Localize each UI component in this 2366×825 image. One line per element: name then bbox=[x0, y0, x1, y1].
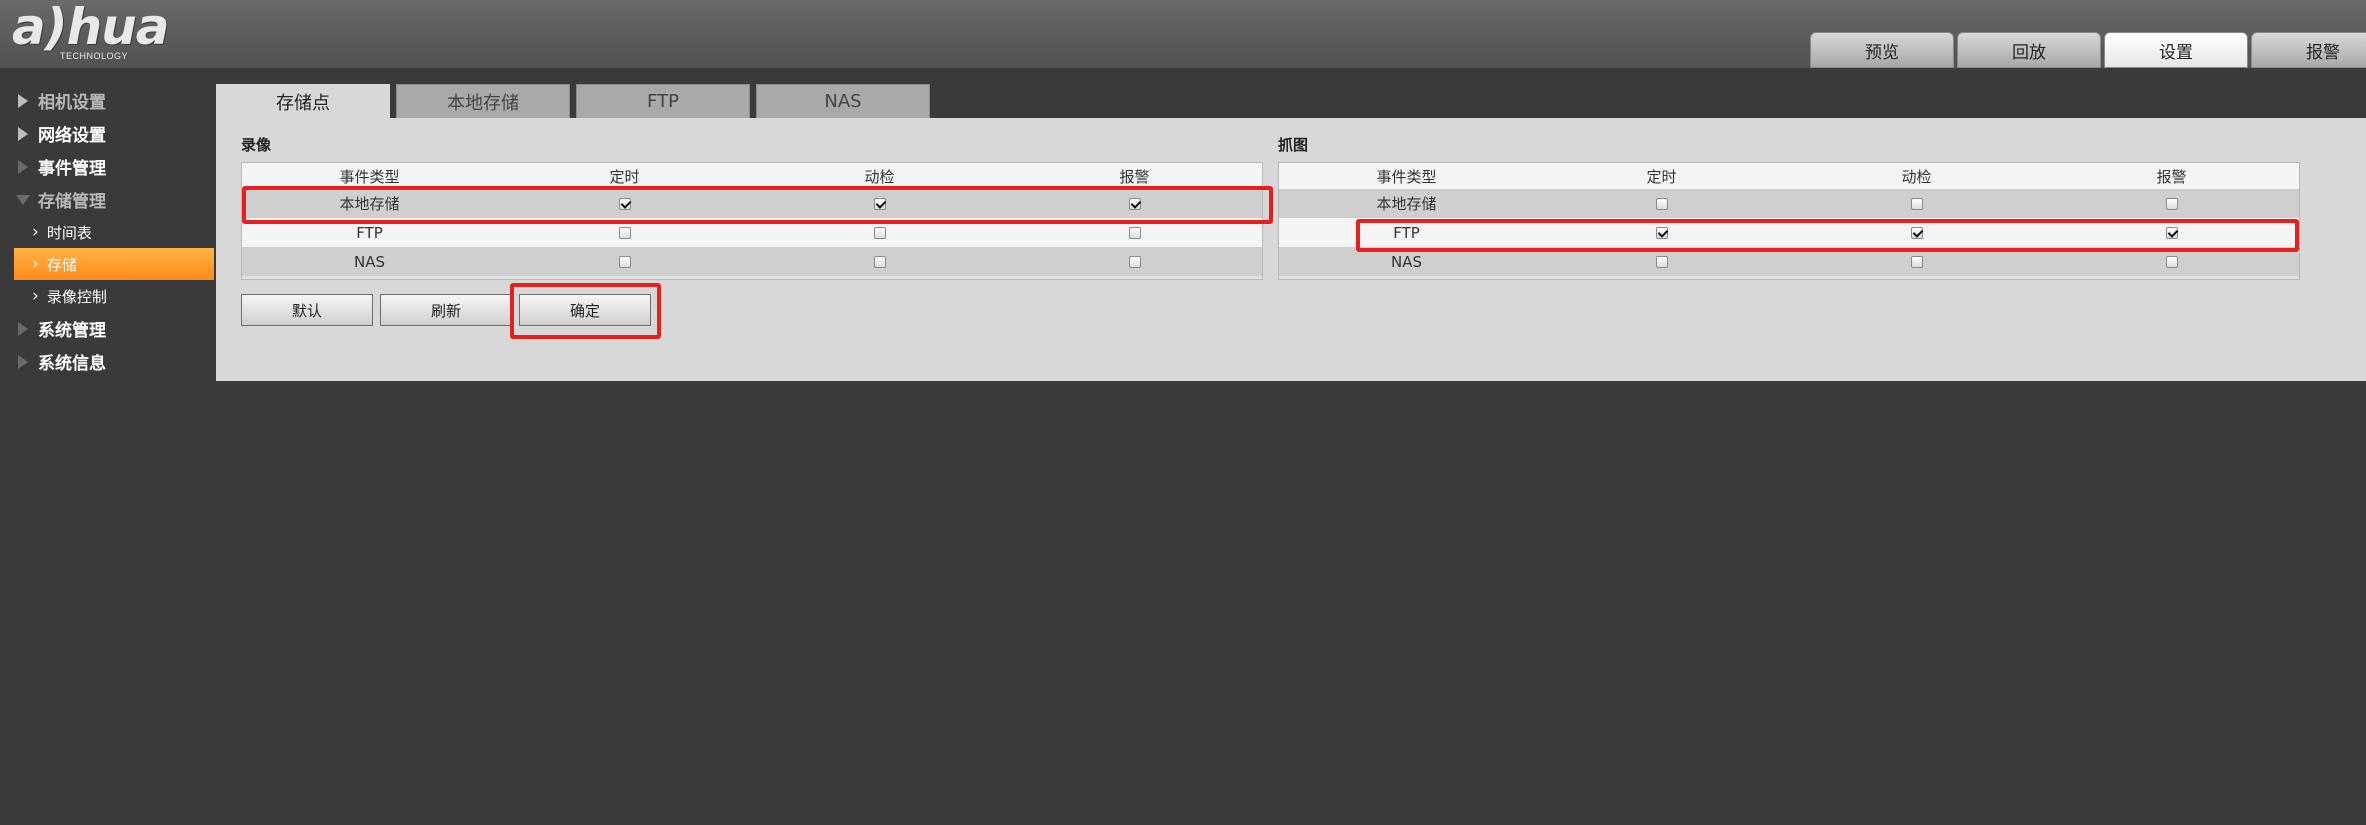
tab-nas[interactable]: NAS bbox=[756, 84, 930, 118]
sidebar-group-label: 系统信息 bbox=[38, 354, 106, 374]
snapshot-nas-motion-checkbox[interactable] bbox=[1910, 256, 1923, 268]
tab-local-storage[interactable]: 本地存储 bbox=[396, 84, 570, 118]
snapshot-ftp-timed-checkbox[interactable] bbox=[1655, 227, 1668, 239]
expand-arrow-icon bbox=[18, 159, 28, 174]
record-nas-alarm-checkbox[interactable] bbox=[1128, 256, 1141, 268]
table-row: 本地存储 bbox=[242, 189, 1262, 218]
snapshot-nas-timed-checkbox[interactable] bbox=[1655, 256, 1668, 268]
table-row: 本地存储 bbox=[1279, 189, 2299, 218]
record-ftp-timed-checkbox[interactable] bbox=[618, 227, 631, 239]
sidebar-group-label: 相机设置 bbox=[38, 93, 106, 113]
expand-arrow-icon bbox=[18, 321, 28, 336]
column-header: 报警 bbox=[2044, 163, 2299, 189]
sidebar-group-network[interactable]: 网络设置 bbox=[14, 117, 214, 150]
top-tab-settings[interactable]: 设置 bbox=[2104, 32, 2248, 68]
sidebar-group-storage[interactable]: 存储管理 bbox=[14, 183, 214, 216]
column-header: 动检 bbox=[1789, 163, 2044, 189]
top-tab-alarm[interactable]: 报警 bbox=[2251, 32, 2366, 68]
snapshot-ftp-motion-checkbox[interactable] bbox=[1910, 227, 1923, 239]
sidebar-group-label: 系统管理 bbox=[38, 321, 106, 341]
record-nas-motion-checkbox[interactable] bbox=[873, 256, 886, 268]
chevron-right-icon: › bbox=[32, 254, 39, 274]
snapshot-ftp-alarm-checkbox[interactable] bbox=[2165, 227, 2178, 239]
storage-tabs: 存储点 本地存储 FTP NAS bbox=[216, 84, 936, 118]
snapshot-nas-alarm-checkbox[interactable] bbox=[2165, 256, 2178, 268]
sidebar-item-label: 录像控制 bbox=[46, 287, 107, 306]
sidebar-item-storage[interactable]: › 存储 bbox=[14, 248, 214, 280]
row-label: 本地存储 bbox=[242, 189, 497, 218]
row-label: 本地存储 bbox=[1279, 189, 1534, 218]
column-header: 定时 bbox=[1534, 163, 1789, 189]
expand-arrow-icon bbox=[18, 126, 28, 141]
chevron-right-icon: › bbox=[32, 222, 39, 242]
sidebar-group-label: 网络设置 bbox=[38, 126, 106, 146]
column-header: 报警 bbox=[1007, 163, 1262, 189]
sidebar-group-system[interactable]: 系统管理 bbox=[14, 312, 214, 345]
column-header: 定时 bbox=[497, 163, 752, 189]
sidebar-item-label: 时间表 bbox=[46, 223, 92, 242]
row-label: NAS bbox=[1279, 247, 1534, 276]
tab-storage-point[interactable]: 存储点 bbox=[216, 84, 390, 118]
top-header: a)hua TECHNOLOGY 预览 回放 设置 报警 bbox=[0, 0, 2366, 68]
sidebar-item-schedule[interactable]: › 时间表 bbox=[14, 216, 214, 248]
logo-text: a)hua bbox=[12, 0, 170, 56]
table-row: NAS bbox=[242, 247, 1262, 276]
table-row: FTP bbox=[1279, 218, 2299, 247]
column-header: 事件类型 bbox=[242, 163, 497, 189]
sidebar-item-record-control[interactable]: › 录像控制 bbox=[14, 280, 214, 312]
record-local-motion-checkbox[interactable] bbox=[873, 198, 886, 210]
sidebar-group-label: 事件管理 bbox=[38, 159, 106, 179]
collapse-arrow-icon bbox=[16, 194, 30, 205]
expand-arrow-icon bbox=[18, 354, 28, 369]
record-nas-timed-checkbox[interactable] bbox=[618, 256, 631, 268]
record-local-timed-checkbox[interactable] bbox=[618, 198, 631, 210]
row-label: FTP bbox=[1279, 218, 1534, 247]
sidebar-group-event[interactable]: 事件管理 bbox=[14, 150, 214, 183]
tab-ftp[interactable]: FTP bbox=[576, 84, 750, 118]
logo-subtitle: TECHNOLOGY bbox=[60, 51, 129, 61]
chevron-right-icon: › bbox=[32, 286, 39, 306]
table-row: FTP bbox=[242, 218, 1262, 247]
snapshot-local-timed-checkbox[interactable] bbox=[1655, 198, 1668, 210]
record-ftp-motion-checkbox[interactable] bbox=[873, 227, 886, 239]
sidebar-item-label: 存储 bbox=[46, 255, 77, 274]
dahua-logo: a)hua TECHNOLOGY bbox=[12, 0, 192, 64]
sidebar-group-camera[interactable]: 相机设置 bbox=[14, 84, 214, 117]
snapshot-section-title: 抓图 bbox=[1278, 136, 1309, 154]
table-row: NAS bbox=[1279, 247, 2299, 276]
top-tab-preview[interactable]: 预览 bbox=[1810, 32, 1954, 68]
sidebar-group-label: 存储管理 bbox=[38, 192, 106, 212]
settings-sidebar: 相机设置 网络设置 事件管理 存储管理 › 时间表 › 存储 › 录像控制 系统… bbox=[14, 84, 214, 378]
refresh-button[interactable]: 刷新 bbox=[380, 294, 512, 326]
snapshot-local-motion-checkbox[interactable] bbox=[1910, 198, 1923, 210]
row-label: FTP bbox=[242, 218, 497, 247]
row-label: NAS bbox=[242, 247, 497, 276]
record-ftp-alarm-checkbox[interactable] bbox=[1128, 227, 1141, 239]
confirm-button[interactable]: 确定 bbox=[519, 294, 651, 326]
snapshot-table: 事件类型 定时 动检 报警 本地存储 FTP NAS bbox=[1278, 162, 2300, 280]
column-header: 动检 bbox=[752, 163, 1007, 189]
expand-arrow-icon bbox=[18, 93, 28, 108]
snapshot-local-alarm-checkbox[interactable] bbox=[2165, 198, 2178, 210]
record-section-title: 录像 bbox=[241, 136, 272, 154]
sidebar-group-info[interactable]: 系统信息 bbox=[14, 345, 214, 378]
default-button[interactable]: 默认 bbox=[241, 294, 373, 326]
top-tab-playback[interactable]: 回放 bbox=[1957, 32, 2101, 68]
column-header: 事件类型 bbox=[1279, 163, 1534, 189]
top-nav-tabs: 预览 回放 设置 报警 bbox=[1810, 32, 2366, 68]
record-local-alarm-checkbox[interactable] bbox=[1128, 198, 1141, 210]
record-table: 事件类型 定时 动检 报警 本地存储 FTP NAS bbox=[241, 162, 1263, 280]
